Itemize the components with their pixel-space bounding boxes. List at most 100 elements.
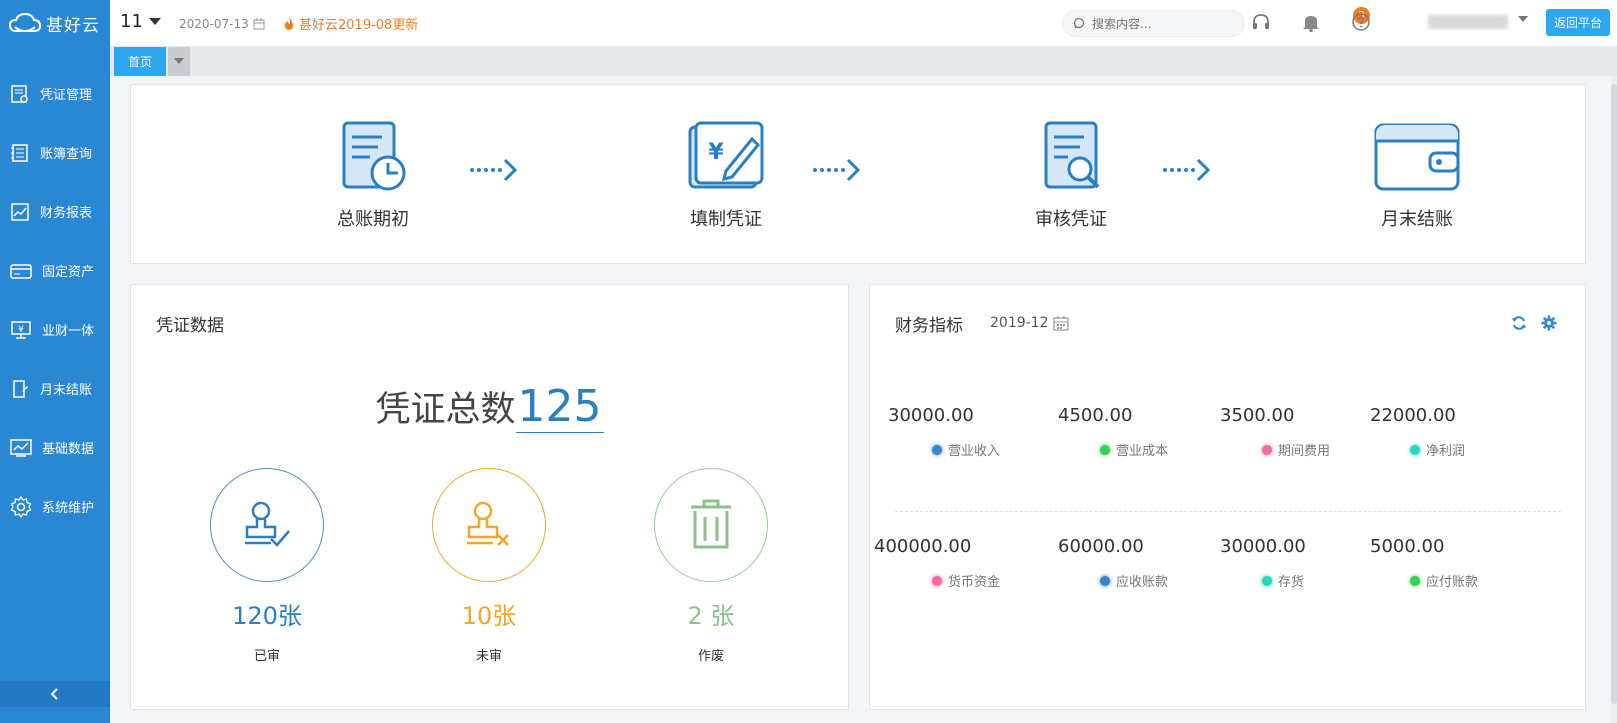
legend-dot-icon bbox=[1100, 444, 1110, 455]
refresh-icon[interactable] bbox=[1511, 315, 1527, 331]
return-platform-button[interactable]: 返回平台 bbox=[1546, 9, 1610, 36]
metrics-divider bbox=[895, 511, 1561, 512]
user-name-blurred[interactable] bbox=[1428, 15, 1508, 29]
current-date: 2020-07-13 bbox=[179, 17, 265, 31]
metric-label: 应收账款 bbox=[1116, 575, 1169, 590]
headset-icon[interactable] bbox=[1251, 12, 1271, 32]
bell-icon[interactable] bbox=[1301, 12, 1321, 32]
sidebar-item-label: 业财一体 bbox=[42, 324, 95, 339]
stat-circle bbox=[432, 468, 546, 582]
panel-title: 财务指标 bbox=[895, 316, 963, 336]
caret-down-icon[interactable] bbox=[1518, 16, 1528, 23]
sidebar-item-ledger[interactable]: 账簿查询 bbox=[0, 123, 110, 182]
stat-label: 作废 bbox=[697, 649, 724, 664]
metric-item[interactable]: 5000.00 应付账款 bbox=[1370, 536, 1520, 590]
period-selector[interactable]: 11 bbox=[120, 11, 161, 32]
gear-icon bbox=[10, 495, 32, 518]
metric-label-row: 应收账款 bbox=[1058, 571, 1208, 590]
settings-gear-icon[interactable] bbox=[1541, 315, 1557, 331]
total-count-link[interactable]: 125 bbox=[515, 381, 604, 433]
stat-unaudited[interactable]: 10张 未审 bbox=[431, 468, 547, 664]
ledger-icon bbox=[11, 143, 28, 162]
metric-item[interactable]: 3500.00 期间费用 bbox=[1220, 405, 1370, 459]
stat-label: 已审 bbox=[253, 649, 280, 664]
tab-bar: 首页 bbox=[110, 46, 1617, 76]
metric-label-row: 营业收入 bbox=[888, 440, 1038, 459]
month-close-icon bbox=[13, 379, 28, 398]
step-ledger-opening[interactable]: 总账期初 bbox=[303, 121, 443, 231]
metric-label-row: 净利润 bbox=[1370, 440, 1520, 459]
flow-arrow-icon bbox=[470, 158, 518, 182]
ledger-opening-icon bbox=[342, 121, 406, 191]
metric-label: 应付账款 bbox=[1426, 575, 1479, 590]
total-label: 凭证总数 bbox=[375, 390, 516, 430]
voucher-icon bbox=[11, 84, 28, 103]
chevron-left-icon bbox=[50, 688, 58, 700]
step-audit-voucher[interactable]: 审核凭证 bbox=[1001, 121, 1141, 231]
step-fill-voucher[interactable]: ¥ 填制凭证 bbox=[656, 121, 796, 231]
financial-indicators-panel: 财务指标 2019-12 30000.00 营业收入 4500.00 营业成本 3500… bbox=[869, 284, 1586, 710]
metric-value: 5000.00 bbox=[1370, 536, 1445, 557]
sidebar-item-basic-data[interactable]: 基础数据 bbox=[0, 418, 110, 477]
metric-label: 营业收入 bbox=[948, 444, 1001, 459]
metric-label: 营业成本 bbox=[1116, 444, 1169, 459]
sidebar: 甚好云 凭证管理 账簿查询 财务报表 固定资产 ¥ 业财一体 月末结账 基础数据… bbox=[0, 0, 110, 723]
stat-value: 2 张 bbox=[687, 602, 735, 630]
step-label: 审核凭证 bbox=[1035, 209, 1107, 230]
metric-label: 货币资金 bbox=[948, 575, 1001, 590]
metric-item[interactable]: 4500.00 营业成本 bbox=[1058, 405, 1208, 459]
panel-title: 凭证数据 bbox=[156, 316, 224, 336]
metric-label-row: 营业成本 bbox=[1058, 440, 1208, 459]
stat-audited[interactable]: 120张 已审 bbox=[209, 468, 325, 664]
step-label: 月末结账 bbox=[1381, 209, 1453, 230]
sidebar-item-label: 系统维护 bbox=[42, 501, 95, 516]
step-label: 总账期初 bbox=[337, 209, 409, 230]
sidebar-item-asset[interactable]: 固定资产 bbox=[0, 241, 110, 300]
help-icon[interactable] bbox=[1351, 12, 1371, 32]
page-scrollbar-thumb[interactable] bbox=[1611, 84, 1617, 704]
topbar: 11 2020-07-13 甚好云2019-08更新 3 返回平台 bbox=[110, 0, 1617, 46]
stamp-cross-icon bbox=[467, 501, 509, 546]
metric-item[interactable]: 30000.00 存货 bbox=[1220, 536, 1370, 590]
finance-period-picker[interactable]: 2019-12 bbox=[990, 315, 1069, 331]
update-notice-link[interactable]: 甚好云2019-08更新 bbox=[283, 14, 418, 33]
svg-text:¥: ¥ bbox=[18, 325, 24, 335]
stat-value: 120张 bbox=[232, 602, 302, 630]
logo[interactable]: 甚好云 bbox=[0, 0, 110, 46]
metric-item[interactable]: 22000.00 净利润 bbox=[1370, 405, 1520, 459]
step-month-close[interactable]: 月末结账 bbox=[1347, 121, 1487, 231]
cloud-logo-icon bbox=[8, 12, 42, 32]
tab-menu-button[interactable] bbox=[168, 47, 190, 76]
metric-item[interactable]: 60000.00 应收账款 bbox=[1058, 536, 1208, 590]
trash-icon bbox=[691, 499, 731, 549]
sidebar-item-voucher[interactable]: 凭证管理 bbox=[0, 64, 110, 123]
metric-value: 30000.00 bbox=[888, 405, 974, 426]
caret-down-icon bbox=[148, 17, 161, 25]
metric-label: 净利润 bbox=[1426, 444, 1466, 459]
sidebar-item-system[interactable]: 系统维护 bbox=[0, 477, 110, 536]
sidebar-collapse-button[interactable] bbox=[0, 681, 110, 707]
integration-icon: ¥ bbox=[11, 320, 31, 339]
stat-void[interactable]: 2 张 作废 bbox=[653, 468, 769, 664]
metric-item[interactable]: 30000.00 营业收入 bbox=[888, 405, 1038, 459]
metric-label-row: 应付账款 bbox=[1370, 571, 1520, 590]
voucher-total: 凭证总数125 bbox=[131, 381, 848, 433]
sidebar-item-report[interactable]: 财务报表 bbox=[0, 182, 110, 241]
legend-dot-icon bbox=[1262, 444, 1272, 455]
sidebar-item-integration[interactable]: ¥ 业财一体 bbox=[0, 300, 110, 359]
legend-dot-icon bbox=[1262, 575, 1272, 586]
search-box[interactable] bbox=[1062, 10, 1245, 37]
metric-item[interactable]: 400000.00 货币资金 bbox=[874, 536, 1038, 590]
metric-value: 400000.00 bbox=[874, 536, 972, 557]
stamp-check-icon bbox=[245, 501, 290, 547]
metric-value: 3500.00 bbox=[1220, 405, 1295, 426]
sidebar-item-month-close[interactable]: 月末结账 bbox=[0, 359, 110, 418]
search-input[interactable] bbox=[1092, 16, 1232, 31]
workflow-panel: 总账期初 ¥ 填制凭证 审核凭证 月末结账 bbox=[130, 84, 1586, 264]
legend-dot-icon bbox=[932, 575, 942, 586]
sidebar-item-label: 固定资产 bbox=[42, 265, 95, 280]
sidebar-item-label: 账簿查询 bbox=[40, 147, 93, 162]
tab-home[interactable]: 首页 bbox=[114, 47, 166, 76]
metric-value: 60000.00 bbox=[1058, 536, 1144, 557]
metric-label: 存货 bbox=[1278, 575, 1305, 590]
